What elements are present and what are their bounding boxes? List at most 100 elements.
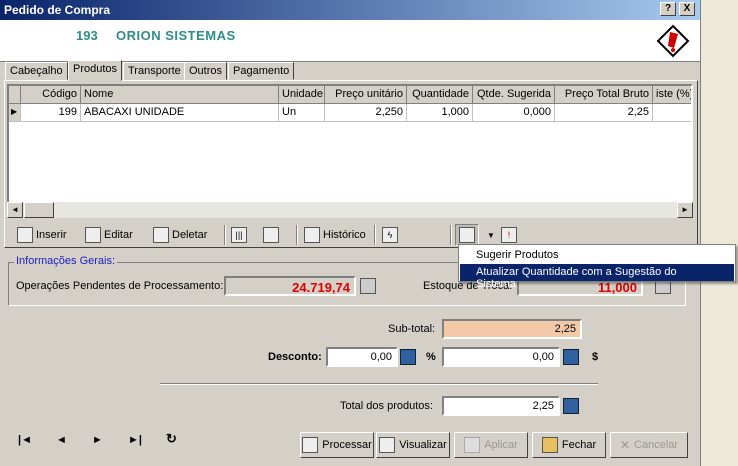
col-preco-total-bruto[interactable]: Preço Total Bruto xyxy=(555,86,653,104)
window-title: Pedido de Compra xyxy=(4,3,111,17)
deletar-button[interactable]: Deletar xyxy=(150,224,210,246)
alert-icon: ! xyxy=(501,227,517,243)
inserir-label: Inserir xyxy=(36,229,67,241)
row-indicator: ▶ xyxy=(9,104,21,122)
menu-item-atualizar-quantidade[interactable]: Atualizar Quantidade com a Sugestão do S… xyxy=(460,264,734,290)
cell-codigo[interactable]: 199 xyxy=(21,104,81,122)
desconto-percent-field[interactable]: 0,00 xyxy=(326,347,398,367)
visualizar-label: Visualizar xyxy=(399,439,447,451)
scroll-right-icon[interactable]: ► xyxy=(677,202,693,218)
logo-icon xyxy=(656,24,690,58)
row-indicator-header xyxy=(9,86,21,104)
nav-last-button[interactable]: ►| xyxy=(128,434,142,446)
nav-next-button[interactable]: ► xyxy=(92,434,103,446)
tab-produtos[interactable]: Produtos xyxy=(68,60,123,81)
calculator-icon[interactable] xyxy=(563,349,579,365)
cancelar-button[interactable]: ✕ Cancelar xyxy=(610,432,688,458)
fechar-label: Fechar xyxy=(561,439,597,451)
toolbar-separator xyxy=(224,225,226,245)
inserir-button[interactable]: Inserir xyxy=(14,224,70,246)
sugestao-menu: Sugerir Produtos Atualizar Quantidade co… xyxy=(458,244,736,290)
company-name: ORION SISTEMAS xyxy=(116,28,236,43)
col-nome[interactable]: Nome xyxy=(81,86,279,104)
toolbar-separator xyxy=(296,225,298,245)
cell-desconto[interactable] xyxy=(653,104,691,122)
preview-icon xyxy=(379,437,396,453)
processar-button[interactable]: Processar xyxy=(300,432,374,458)
subtotal-label: Sub-total: xyxy=(388,323,436,335)
deletar-label: Deletar xyxy=(172,229,208,241)
desconto-money-field[interactable]: 0,00 xyxy=(442,347,560,367)
lightning-icon: ϟ xyxy=(382,227,398,243)
fechar-button[interactable]: Fechar xyxy=(532,432,606,458)
cell-nome[interactable]: ABACAXI UNIDADE xyxy=(81,104,279,122)
historico-button[interactable]: Histórico xyxy=(301,224,369,246)
col-unidade[interactable]: Unidade xyxy=(279,86,325,104)
total-value: 2,25 xyxy=(442,396,560,416)
barcode-icon: ||| xyxy=(231,227,247,243)
cancel-icon: ✕ xyxy=(619,438,631,452)
products-grid[interactable]: Código Nome Unidade Preço unitário Quant… xyxy=(7,84,693,218)
tab-cabecalho[interactable]: Cabeçalho xyxy=(5,62,68,80)
order-number: 193 xyxy=(76,28,98,43)
toolbar-separator xyxy=(374,225,376,245)
toolbar-separator xyxy=(450,225,452,245)
calculator-icon[interactable] xyxy=(563,398,579,414)
horizontal-scrollbar[interactable]: ◄ ► xyxy=(7,202,693,218)
sugestao-dropdown-button[interactable]: ▼ xyxy=(484,224,498,246)
col-quantidade[interactable]: Quantidade xyxy=(407,86,473,104)
insert-icon xyxy=(17,227,33,243)
pendentes-icon[interactable] xyxy=(360,278,376,294)
editar-button[interactable]: Editar xyxy=(82,224,136,246)
alert-button[interactable]: ! xyxy=(498,224,520,246)
sugestao-button[interactable] xyxy=(455,224,479,246)
cell-preco[interactable]: 2,250 xyxy=(325,104,407,122)
cell-quantidade[interactable]: 1,000 xyxy=(407,104,473,122)
cell-total[interactable]: 2,25 xyxy=(555,104,653,122)
col-qtde-sugerida[interactable]: Qtde. Sugerida xyxy=(473,86,555,104)
divider xyxy=(160,383,598,385)
currency-label: $ xyxy=(592,351,599,363)
refresh-button[interactable]: ↻ xyxy=(166,431,177,447)
nav-prev-button[interactable]: ◄ xyxy=(56,434,67,446)
close-button[interactable]: X xyxy=(679,2,695,16)
swap-button[interactable] xyxy=(260,224,282,246)
background-pane xyxy=(700,0,738,466)
processar-label: Processar xyxy=(322,439,372,451)
door-icon xyxy=(541,437,558,453)
scroll-thumb[interactable] xyxy=(24,202,54,218)
pendentes-label: Operações Pendentes de Processamento: xyxy=(16,280,224,292)
col-preco-unitario[interactable]: Preço unitário xyxy=(325,86,407,104)
refresh-box-icon xyxy=(459,227,475,243)
scroll-left-icon[interactable]: ◄ xyxy=(7,202,23,218)
subtotal-value: 2,25 xyxy=(442,319,582,339)
tab-pagamento[interactable]: Pagamento xyxy=(228,62,295,80)
editar-label: Editar xyxy=(104,229,133,241)
lightning-button[interactable]: ϟ xyxy=(379,224,401,246)
aplicar-label: Aplicar xyxy=(484,439,518,451)
cell-sugerida[interactable]: 0,000 xyxy=(473,104,555,122)
calculator-icon[interactable] xyxy=(400,349,416,365)
info-group-title: Informações Gerais: xyxy=(14,255,118,267)
header-panel: 193 ORION SISTEMAS xyxy=(0,20,700,62)
visualizar-button[interactable]: Visualizar xyxy=(376,432,450,458)
historico-label: Histórico xyxy=(323,229,366,241)
percent-label: % xyxy=(426,351,436,363)
trash-icon xyxy=(153,227,169,243)
desconto-label: Desconto: xyxy=(268,351,322,363)
barcode-button[interactable]: ||| xyxy=(228,224,250,246)
swap-icon xyxy=(263,227,279,243)
tab-outros[interactable]: Outros xyxy=(184,62,228,80)
tab-transporte[interactable]: Transporte xyxy=(123,62,186,80)
col-codigo[interactable]: Código xyxy=(21,86,81,104)
help-button[interactable]: ? xyxy=(660,2,676,16)
menu-item-sugerir-produtos[interactable]: Sugerir Produtos xyxy=(460,247,734,264)
cell-unidade[interactable]: Un xyxy=(279,104,325,122)
nav-first-button[interactable]: |◄ xyxy=(18,434,32,446)
chevron-down-icon: ▼ xyxy=(487,230,495,240)
col-desconto[interactable]: iste (%) xyxy=(653,86,691,104)
aplicar-button[interactable]: Aplicar xyxy=(454,432,528,458)
title-bar: Pedido de Compra ? X xyxy=(0,0,700,20)
history-icon xyxy=(304,227,320,243)
cancelar-label: Cancelar xyxy=(634,439,679,451)
